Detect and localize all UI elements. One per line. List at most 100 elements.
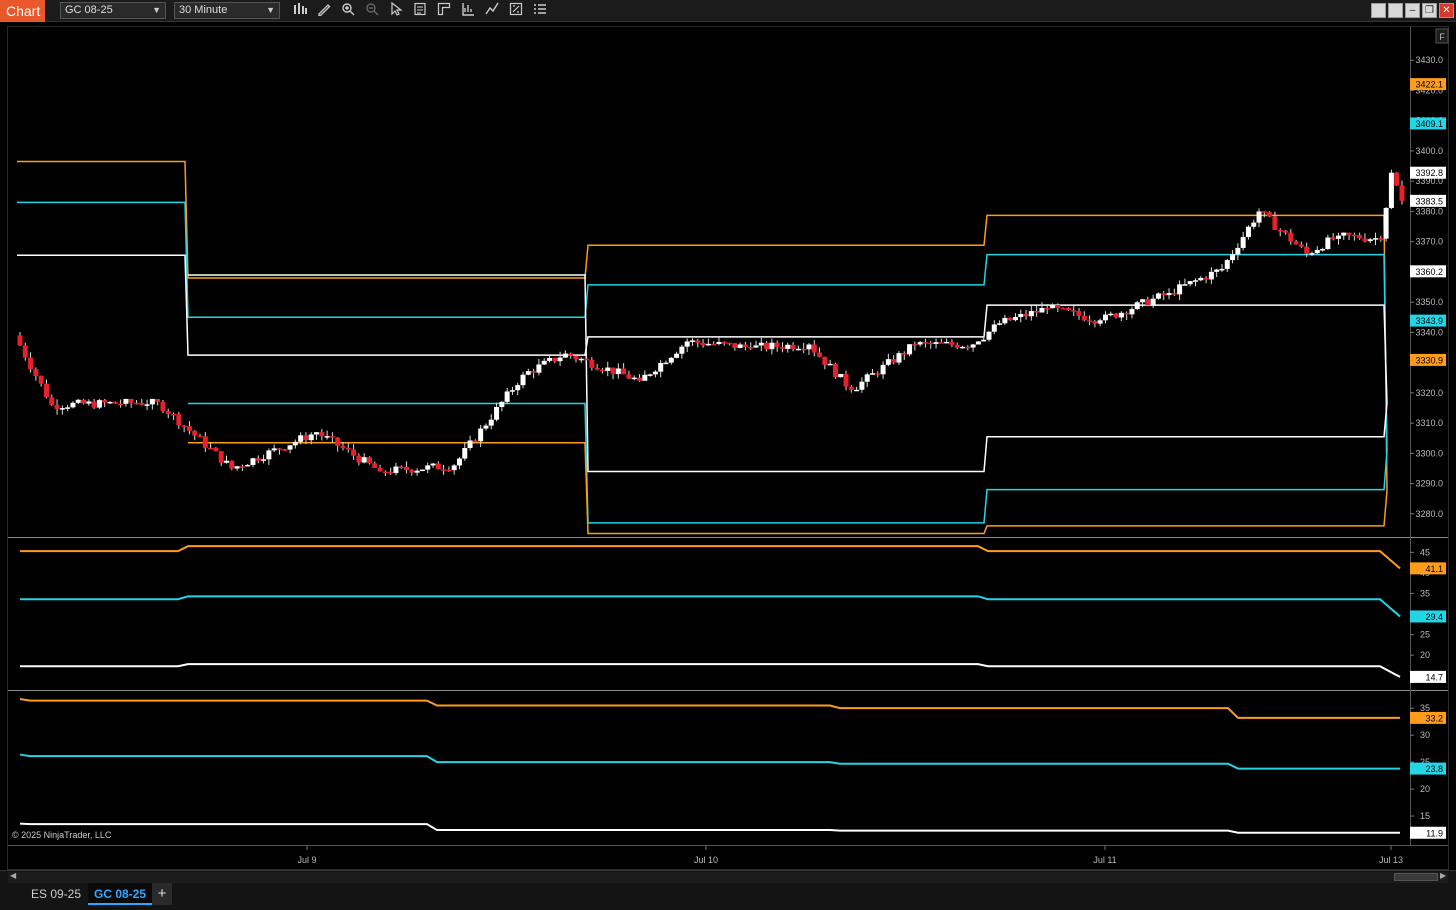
add-tab-button[interactable]: + xyxy=(152,883,172,905)
candle-up xyxy=(1235,247,1241,255)
candle-down xyxy=(774,342,780,347)
candle-up xyxy=(1039,308,1045,313)
candle-down xyxy=(335,437,341,446)
candle-up xyxy=(1314,249,1320,254)
candle-up xyxy=(1256,211,1262,223)
candle-up xyxy=(642,374,648,381)
candle-up xyxy=(1187,281,1193,285)
candle-up xyxy=(997,323,1003,325)
y-tick-label: 3300.0 xyxy=(1415,448,1443,458)
candle-up xyxy=(547,357,553,361)
candle-up xyxy=(970,344,976,348)
candle-up xyxy=(1383,207,1389,239)
candle-down xyxy=(843,373,849,387)
candle-up xyxy=(499,401,505,407)
scroll-left-icon[interactable]: ◀ xyxy=(10,871,16,880)
candle-down xyxy=(446,469,452,472)
y-tick-label: 25 xyxy=(1420,630,1430,640)
candle-down xyxy=(594,367,600,370)
chart-canvas[interactable]: F3280.03290.03300.03310.03320.03330.0334… xyxy=(0,0,1456,910)
candle-down xyxy=(319,432,325,437)
y-tick-label: 3430.0 xyxy=(1415,55,1443,65)
candle-down xyxy=(1362,238,1368,242)
candle-up xyxy=(1198,277,1204,281)
candle-up xyxy=(224,460,230,463)
scroll-thumb[interactable] xyxy=(1394,873,1438,881)
candle-down xyxy=(33,369,39,376)
candle-up xyxy=(975,341,981,345)
y-tick-label: 3400.0 xyxy=(1415,146,1443,156)
candle-down xyxy=(1124,312,1130,315)
candle-up xyxy=(504,391,510,402)
candle-down xyxy=(965,346,971,349)
candle-up xyxy=(65,407,71,409)
candle-down xyxy=(91,401,97,408)
candle-down xyxy=(1044,308,1050,310)
candle-up xyxy=(785,344,791,349)
candle-up xyxy=(308,434,314,441)
candle-down xyxy=(1081,315,1087,321)
candle-up xyxy=(1251,222,1257,227)
candle-down xyxy=(1277,229,1283,232)
candle-down xyxy=(1161,293,1167,296)
candle-down xyxy=(1346,232,1352,235)
candle-down xyxy=(584,358,590,361)
candle-up xyxy=(1166,293,1172,296)
candle-down xyxy=(1055,305,1061,309)
candle-down xyxy=(711,343,717,346)
candle-up xyxy=(758,342,764,346)
indicator1-line-1 xyxy=(20,595,1401,618)
candle-down xyxy=(779,346,785,349)
candle-up xyxy=(663,362,669,365)
candle-up xyxy=(658,363,664,372)
candle-down xyxy=(192,430,198,436)
candle-up xyxy=(1140,299,1146,303)
candle-down xyxy=(239,466,245,468)
candle-down xyxy=(1330,237,1336,239)
candle-up xyxy=(838,373,844,378)
candle-up xyxy=(515,385,521,391)
horizontal-scrollbar[interactable]: ◀ ▶ xyxy=(8,871,1448,883)
candle-up xyxy=(86,401,92,404)
candle-up xyxy=(562,353,568,358)
candle-up xyxy=(494,406,500,420)
candle-down xyxy=(17,335,23,346)
candle-down xyxy=(610,367,616,375)
candle-up xyxy=(1002,317,1008,324)
candle-down xyxy=(28,357,34,370)
candle-up xyxy=(1219,268,1225,271)
candle-down xyxy=(303,435,309,441)
tab-es-09-25[interactable]: ES 09-25 xyxy=(25,883,87,905)
ind1-marker-1-label: 29.4 xyxy=(1425,612,1443,622)
candle-up xyxy=(880,364,886,375)
candle-up xyxy=(615,368,621,375)
candle-up xyxy=(885,359,891,365)
candle-up xyxy=(430,463,436,466)
candle-down xyxy=(176,414,182,426)
candle-up xyxy=(795,348,801,351)
scroll-right-icon[interactable]: ▶ xyxy=(1440,871,1446,880)
candle-down xyxy=(1357,235,1363,239)
candle-down xyxy=(229,460,235,469)
candle-down xyxy=(404,466,410,471)
candle-up xyxy=(1108,313,1114,316)
candle-down xyxy=(1087,320,1093,322)
candle-down xyxy=(1283,230,1289,233)
candle-down xyxy=(1267,212,1273,217)
candle-up xyxy=(917,342,923,345)
candle-down xyxy=(1288,232,1294,242)
candle-down xyxy=(155,398,161,402)
candle-down xyxy=(197,435,203,437)
candle-up xyxy=(689,340,695,342)
y-tick-label: 3280.0 xyxy=(1415,509,1443,519)
y-tick-label: 20 xyxy=(1420,784,1430,794)
candle-down xyxy=(1171,293,1177,295)
candle-up xyxy=(753,345,759,348)
candle-up xyxy=(483,425,489,429)
candle-up xyxy=(509,390,515,392)
tab-gc-08-25[interactable]: GC 08-25 xyxy=(88,883,153,905)
candle-up xyxy=(1177,284,1183,295)
price-marker-1-label: 3409.1 xyxy=(1415,119,1443,129)
candle-down xyxy=(1399,185,1405,201)
y-tick-label: 3380.0 xyxy=(1415,206,1443,216)
